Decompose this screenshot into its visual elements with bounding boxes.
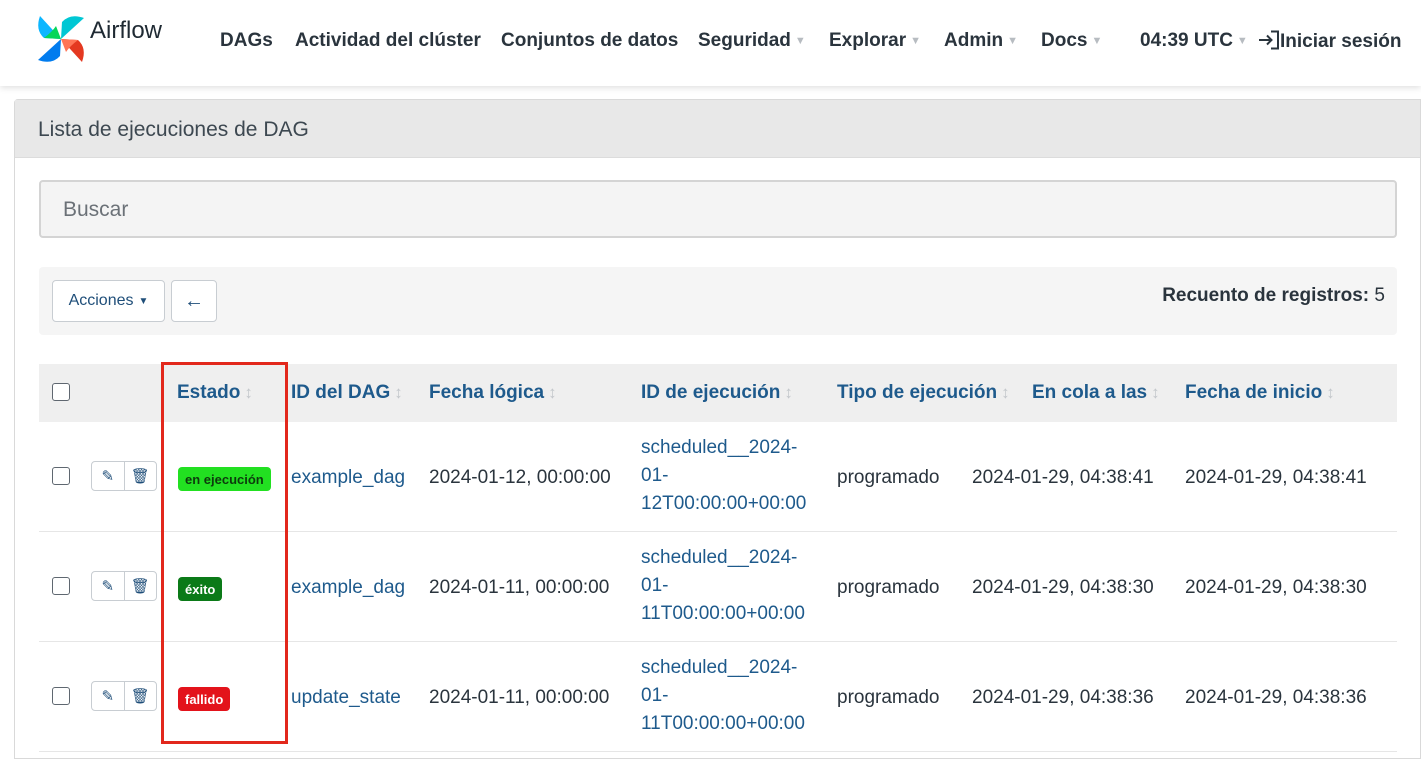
run-type: programado xyxy=(837,467,940,488)
trash-icon[interactable]: 🗑 xyxy=(125,462,157,490)
back-button[interactable]: ← xyxy=(171,280,217,322)
row-actions: ✎ 🗑 xyxy=(91,571,157,601)
sort-icon: ↕ xyxy=(1151,383,1160,402)
actions-dropdown-button[interactable]: Acciones ▼ xyxy=(52,280,165,322)
row-actions: ✎ 🗑 xyxy=(91,461,157,491)
queued-at: 2024-01-29, 04:38:41 xyxy=(972,467,1154,488)
nav-login[interactable]: Iniciar sesión xyxy=(1258,30,1401,53)
start-date: 2024-01-29, 04:38:36 xyxy=(1185,687,1367,708)
nav-browse[interactable]: Explorar ▼ xyxy=(829,30,921,52)
nav-datasets[interactable]: Conjuntos de datos xyxy=(501,30,678,52)
row-actions: ✎ 🗑 xyxy=(91,681,157,711)
queued-at: 2024-01-29, 04:38:36 xyxy=(972,687,1154,708)
brand-link[interactable]: Airflow xyxy=(34,12,184,66)
start-date: 2024-01-29, 04:38:41 xyxy=(1185,467,1367,488)
caret-down-icon: ▼ xyxy=(794,35,806,47)
run-id-link[interactable]: scheduled__2024- 01- 11T00:00:00+00:00 xyxy=(641,544,821,628)
dag-id-link[interactable]: example_dag xyxy=(291,467,405,489)
sort-icon: ↕ xyxy=(394,383,403,402)
start-date: 2024-01-29, 04:38:30 xyxy=(1185,577,1367,598)
top-navbar: Airflow DAGs Actividad del clúster Conju… xyxy=(0,0,1421,86)
run-type: programado xyxy=(837,687,940,708)
run-type: programado xyxy=(837,577,940,598)
run-id-link[interactable]: scheduled__2024- 01- 11T00:00:00+00:00 xyxy=(641,654,821,738)
caret-down-icon: ▼ xyxy=(1236,35,1248,47)
search-input[interactable]: Buscar xyxy=(39,180,1397,238)
column-header-run-id[interactable]: ID de ejecución ↕ xyxy=(641,382,793,404)
nav-cluster-activity[interactable]: Actividad del clúster xyxy=(295,30,481,52)
column-header-logical-date[interactable]: Fecha lógica ↕ xyxy=(429,382,557,404)
logical-date: 2024-01-11, 00:00:00 xyxy=(429,687,610,708)
sign-in-icon xyxy=(1259,30,1279,50)
edit-icon[interactable]: ✎ xyxy=(92,572,125,600)
nav-security[interactable]: Seguridad ▼ xyxy=(698,30,806,52)
record-count: Recuento de registros: 5 xyxy=(1162,285,1385,306)
row-checkbox[interactable] xyxy=(52,687,70,705)
row-checkbox[interactable] xyxy=(52,467,70,485)
nav-dags[interactable]: DAGs xyxy=(220,30,273,52)
dag-id-link[interactable]: example_dag xyxy=(291,577,405,599)
edit-icon[interactable]: ✎ xyxy=(92,462,125,490)
column-header-run-type[interactable]: Tipo de ejecución ↕ xyxy=(837,382,1010,404)
logical-date: 2024-01-12, 00:00:00 xyxy=(429,467,611,488)
row-checkbox[interactable] xyxy=(52,577,70,595)
trash-icon[interactable]: 🗑 xyxy=(125,682,157,710)
run-id-link[interactable]: scheduled__2024- 01- 12T00:00:00+00:00 xyxy=(641,434,821,518)
column-header-start-date[interactable]: Fecha de inicio ↕ xyxy=(1185,382,1335,404)
highlight-box xyxy=(161,362,288,744)
trash-icon[interactable]: 🗑 xyxy=(125,572,157,600)
arrow-left-icon: ← xyxy=(184,289,204,312)
queued-at: 2024-01-29, 04:38:30 xyxy=(972,577,1154,598)
list-toolbar: Acciones ▼ ← Recuento de registros: 5 xyxy=(39,267,1397,335)
sort-icon: ↕ xyxy=(1001,383,1010,402)
nav-clock[interactable]: 04:39 UTC ▼ xyxy=(1140,30,1248,52)
page-title: Lista de ejecuciones de DAG xyxy=(15,100,1420,158)
sort-icon: ↕ xyxy=(548,383,557,402)
nav-docs[interactable]: Docs ▼ xyxy=(1041,30,1102,52)
select-all-checkbox[interactable] xyxy=(52,383,70,401)
nav-admin[interactable]: Admin ▼ xyxy=(944,30,1018,52)
caret-down-icon: ▼ xyxy=(910,35,921,47)
column-header-queued-at[interactable]: En cola a las ↕ xyxy=(1032,382,1160,404)
column-header-dag-id[interactable]: ID del DAG ↕ xyxy=(291,382,403,404)
caret-down-icon: ▼ xyxy=(1007,35,1018,47)
airflow-logo-icon xyxy=(38,16,84,62)
brand-name: Airflow xyxy=(90,17,163,44)
edit-icon[interactable]: ✎ xyxy=(92,682,125,710)
sort-icon: ↕ xyxy=(1326,383,1335,402)
logical-date: 2024-01-11, 00:00:00 xyxy=(429,577,610,598)
caret-down-icon: ▼ xyxy=(1091,35,1103,47)
sort-icon: ↕ xyxy=(784,383,793,402)
caret-down-icon: ▼ xyxy=(138,295,149,307)
dag-id-link[interactable]: update_state xyxy=(291,687,401,709)
